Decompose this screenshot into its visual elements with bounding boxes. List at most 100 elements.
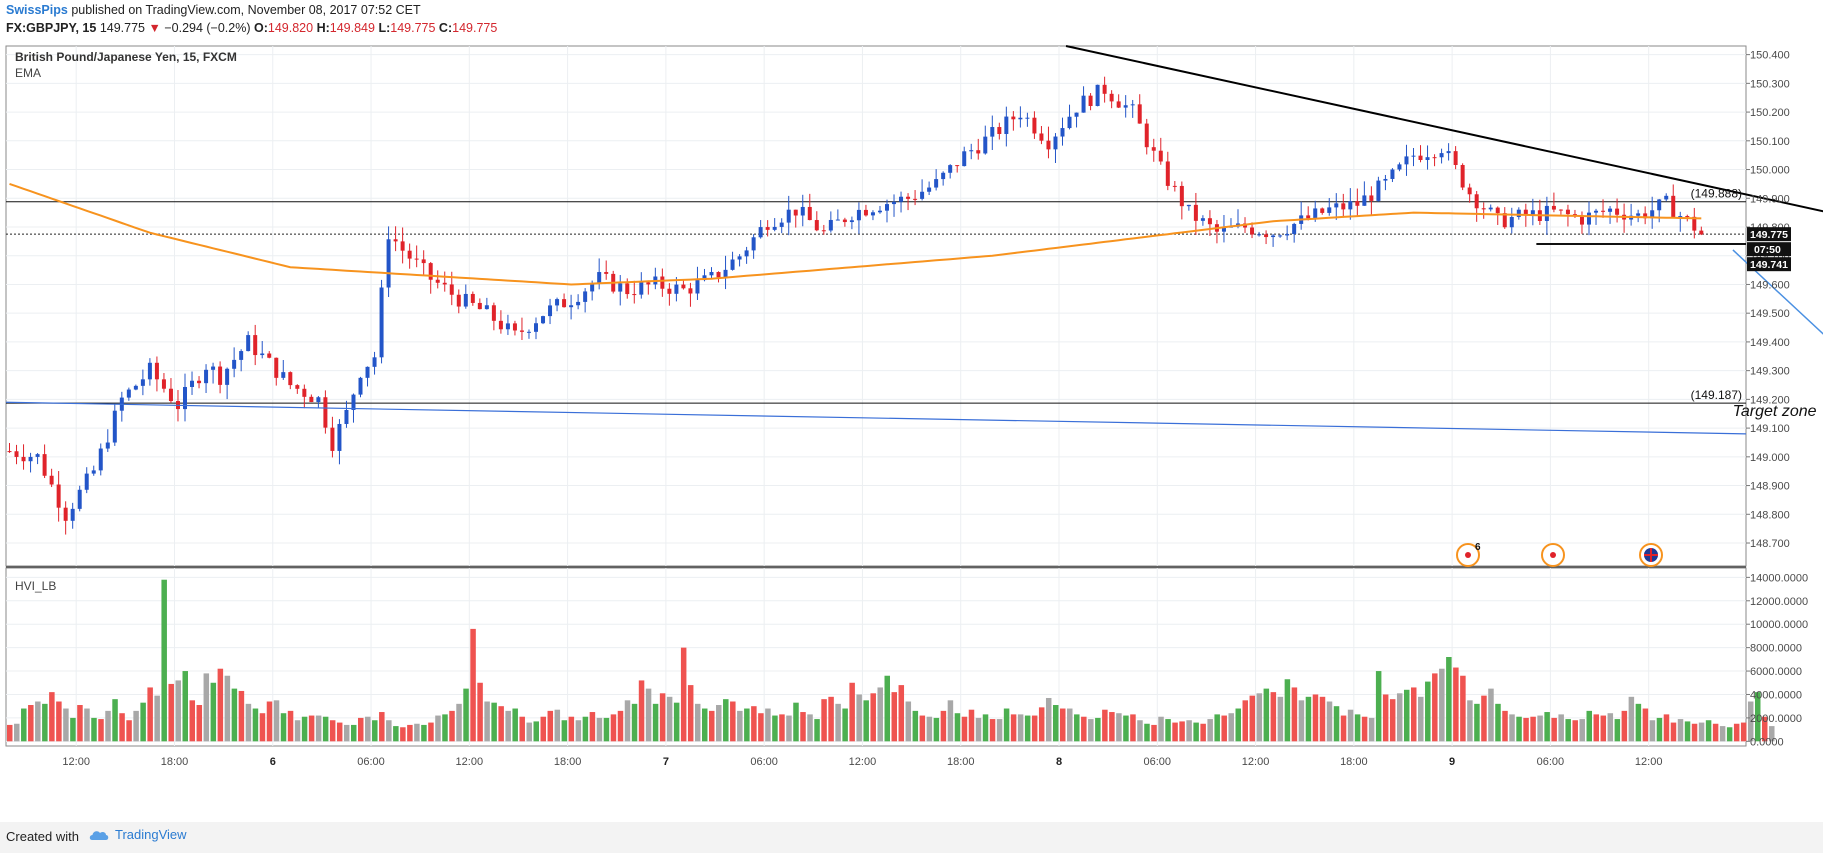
publish-text: published on TradingView.com, November 0… <box>71 3 421 17</box>
candle-body <box>730 259 735 270</box>
volume-bar <box>1516 716 1522 742</box>
volume-bar <box>70 717 76 742</box>
candle-body <box>892 201 897 205</box>
candle-body <box>779 222 784 227</box>
volume-bar <box>484 701 490 742</box>
candle-body <box>7 451 12 453</box>
price-chart-canvas[interactable]: Target zone 150.400150.300150.200150.100… <box>0 42 1823 822</box>
volume-bar <box>217 668 224 742</box>
candle-body <box>1495 207 1500 214</box>
candle-body <box>63 507 68 521</box>
volume-bar <box>1488 688 1494 742</box>
candle-body <box>365 366 370 378</box>
candle-body <box>569 305 574 308</box>
volume-bar <box>1361 716 1368 742</box>
volume-bar <box>112 699 118 742</box>
candle-body <box>1348 201 1353 210</box>
candle-body <box>1404 156 1409 165</box>
volume-bar <box>126 720 132 742</box>
time-axis[interactable]: 12:00 18:00 6 06:00 12:00 18:00 7 06:00 12:00 18:… <box>62 756 1662 768</box>
volume-bar <box>1010 714 1017 742</box>
volume-bar <box>1326 701 1333 742</box>
volume-bar <box>610 714 617 742</box>
volume-bar <box>1067 708 1073 742</box>
candle-body <box>1081 95 1086 113</box>
volume-bar <box>554 709 561 742</box>
volume-bar <box>1726 727 1733 742</box>
candle-body <box>990 127 995 137</box>
volume-bar <box>1298 700 1305 742</box>
candle-body <box>842 219 847 223</box>
volume-bar <box>1509 714 1515 742</box>
time-tick-label: 12:00 <box>1242 756 1270 768</box>
price-tick-label: 150.400 <box>1750 50 1790 62</box>
tradingview-link[interactable]: TradingView <box>88 827 187 842</box>
author-link[interactable]: SwissPips <box>6 3 68 17</box>
volume-bar <box>1186 720 1192 742</box>
candle-body <box>190 380 195 387</box>
candle-body <box>758 227 763 238</box>
volume-bar <box>723 699 729 742</box>
event-icon[interactable] <box>1541 543 1565 567</box>
volume-bar <box>238 690 245 742</box>
main-pane-frame <box>5 45 1747 567</box>
time-tick-label: 12:00 <box>456 756 484 768</box>
volume-tick-label: 6000.0000 <box>1750 666 1802 678</box>
candle-body <box>400 241 405 251</box>
uk-flag-event-icon[interactable] <box>1639 543 1663 567</box>
volume-bar <box>1621 710 1628 742</box>
volume-bar <box>203 673 210 742</box>
volume-bar <box>1017 714 1024 742</box>
candle-body <box>870 212 875 216</box>
volume-axis[interactable]: 14000.0000 12000.0000 10000.0000 8000.0000 6… <box>1746 572 1808 748</box>
volume-bar <box>252 708 259 742</box>
volume-bar <box>737 710 743 742</box>
candle-body <box>1425 157 1430 160</box>
volume-bar <box>1354 714 1361 742</box>
volume-bar <box>912 710 919 742</box>
volume-bar <box>701 708 708 742</box>
candle-body <box>1432 157 1437 159</box>
volume-bar <box>1502 710 1508 742</box>
volume-bar <box>1123 715 1129 742</box>
volume-bar <box>1418 696 1424 742</box>
candle-body <box>1046 140 1051 150</box>
price-axis[interactable]: 150.400 150.300 150.200 150.100 150.000 149.9… <box>1746 50 1790 550</box>
volume-bar <box>1109 712 1115 742</box>
candle-body <box>1685 216 1690 218</box>
volume-bar <box>14 723 20 742</box>
volume-bar <box>1305 696 1312 742</box>
time-tick-label: 8 <box>1056 756 1062 768</box>
candle-body <box>1369 195 1374 201</box>
volume-bar <box>793 702 799 742</box>
candle-body <box>421 259 426 264</box>
volume-bar <box>1179 721 1185 742</box>
time-tick-label: 06:00 <box>750 756 778 768</box>
time-tick-label: 9 <box>1449 756 1455 768</box>
time-tick-label: 06:00 <box>357 756 385 768</box>
volume-bar <box>1263 688 1270 742</box>
candle-body <box>1207 218 1212 225</box>
volume-bar <box>926 716 933 742</box>
candle-body <box>849 220 854 223</box>
candle-body <box>948 165 953 173</box>
footer: Created with TradingView <box>0 822 1823 853</box>
volume-bar <box>940 710 947 742</box>
quote-line: FX:GBPJPY, 15 149.775 ▼ −0.294 (−0.2%) O… <box>6 21 497 35</box>
candle-body <box>133 385 138 390</box>
volume-bar <box>982 714 989 742</box>
volume-bar <box>1116 713 1122 742</box>
candle-body <box>1320 208 1325 213</box>
candle-body <box>877 210 882 213</box>
candle-body <box>1460 164 1465 188</box>
candle-body <box>1123 105 1128 108</box>
candle-body <box>1636 213 1641 216</box>
candle-body <box>1172 185 1177 187</box>
event-icon[interactable]: 6 <box>1456 542 1481 567</box>
volume-bar <box>1200 723 1206 742</box>
candle-body <box>962 151 967 167</box>
candle-body <box>1327 207 1332 213</box>
volume-bar <box>1670 722 1677 742</box>
price-tick-label: 149.500 <box>1750 308 1790 320</box>
volume-bar <box>1425 681 1431 742</box>
